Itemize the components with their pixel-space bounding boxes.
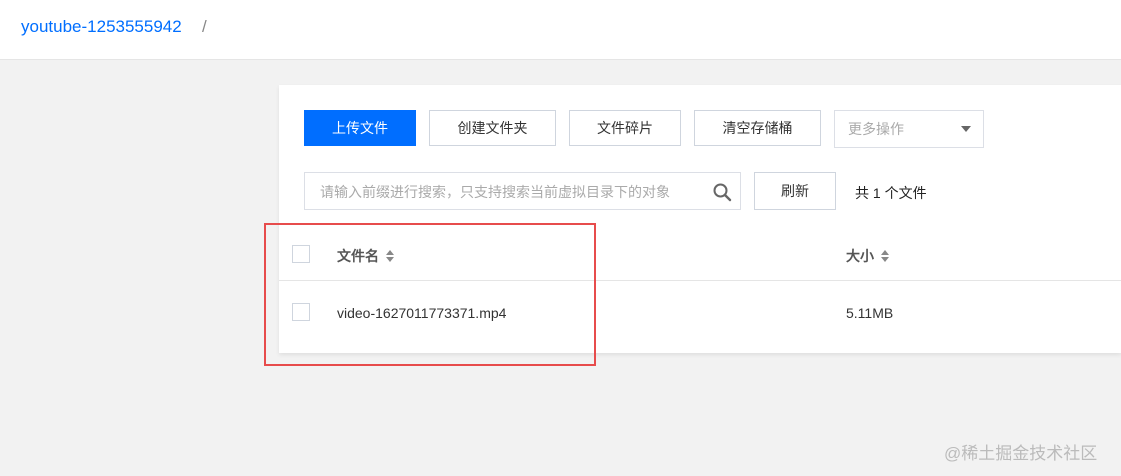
breadcrumb-bucket-link[interactable]: youtube-1253555942	[21, 17, 182, 37]
search-icon[interactable]	[712, 182, 732, 202]
column-header-size[interactable]: 大小	[846, 246, 889, 266]
annotation-highlight-box	[264, 223, 596, 366]
caret-down-icon	[961, 126, 971, 132]
watermark: @稀土掘金技术社区	[944, 444, 1098, 463]
more-actions-dropdown[interactable]: 更多操作	[834, 110, 984, 148]
upload-file-button[interactable]: 上传文件	[304, 110, 416, 146]
more-actions-label: 更多操作	[848, 121, 904, 137]
breadcrumb-separator: /	[202, 17, 207, 36]
top-bar: youtube-1253555942 /	[0, 0, 1121, 60]
search-box	[304, 172, 741, 211]
file-count: 共 1 个文件	[855, 185, 927, 201]
column-header-size-label: 大小	[846, 248, 874, 264]
create-folder-button[interactable]: 创建文件夹	[429, 110, 556, 146]
sort-icon[interactable]	[881, 250, 889, 262]
refresh-button[interactable]: 刷新	[754, 172, 836, 210]
file-size: 5.11MB	[846, 305, 894, 321]
file-fragments-button[interactable]: 文件碎片	[569, 110, 681, 146]
clear-bucket-button[interactable]: 清空存储桶	[694, 110, 821, 146]
search-input[interactable]	[318, 173, 702, 211]
